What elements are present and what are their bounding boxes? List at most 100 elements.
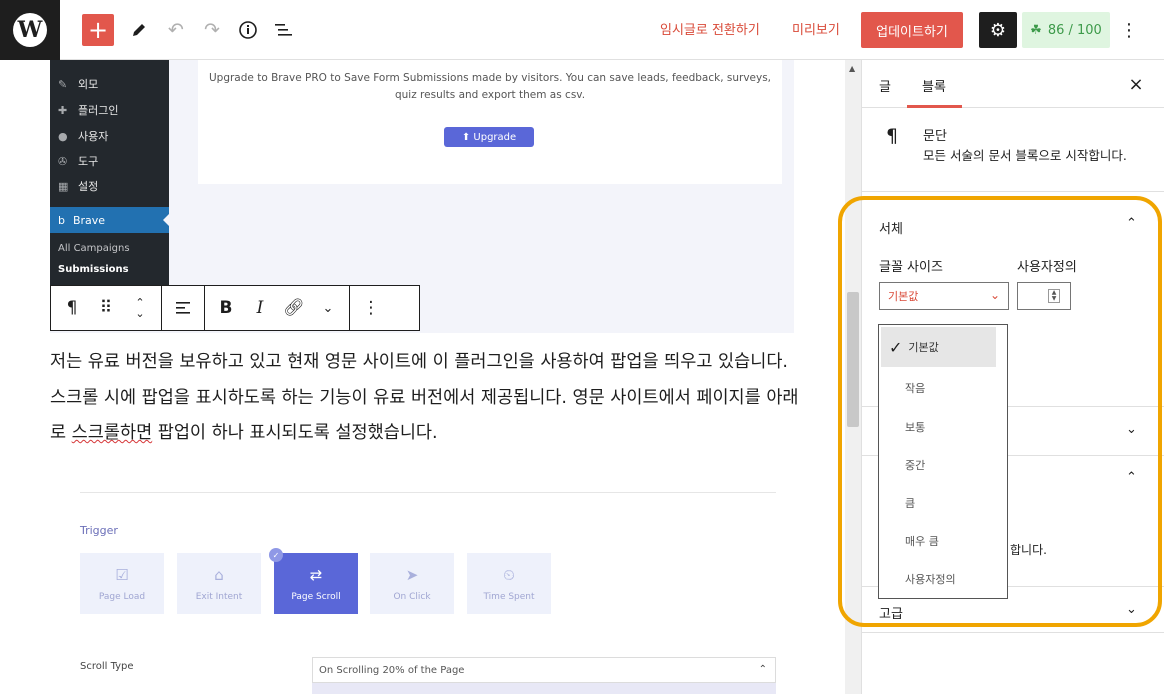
tab-post[interactable]: 글 bbox=[879, 76, 891, 95]
list-view-icon[interactable] bbox=[268, 13, 300, 47]
bold-icon[interactable]: B bbox=[211, 290, 241, 326]
chevron-up-icon[interactable]: ⌃ bbox=[1126, 216, 1137, 231]
upgrade-card: Upgrade to Brave PRO to Save Form Submis… bbox=[198, 60, 782, 184]
trigger-screenshot-block[interactable]: Trigger ☑ Page Load ⌂ Exit Intent ⇄ Page Sc… bbox=[50, 480, 794, 694]
admin-menu-brave: b Brave bbox=[50, 207, 169, 233]
scrollbar-thumb[interactable] bbox=[847, 292, 859, 427]
font-size-option[interactable]: 큼 bbox=[879, 488, 1007, 518]
block-toolbar-group: B I 🔗︎ ⌄ bbox=[205, 286, 350, 330]
panel-description: 합니다. bbox=[1010, 543, 1047, 557]
editor-window: W + ↶ ↷ 임시글로 전환하기 미리보기 업데이트하기 ⚙ ☘ 86 / 1… bbox=[0, 0, 1164, 694]
cursor-icon: ➤ bbox=[405, 565, 419, 584]
chevron-down-icon[interactable]: ⌄ bbox=[1126, 422, 1137, 437]
scroll-type-option bbox=[312, 683, 776, 694]
block-description: 모든 서술의 문서 블록으로 시작합니다. bbox=[923, 148, 1127, 163]
block-toolbar-group: ⋮ bbox=[350, 286, 392, 330]
scroll-type-select: On Scrolling 20% of the Page ⌃ bbox=[312, 657, 776, 683]
paragraph-block[interactable]: 저는 유료 버전을 보유하고 있고 현재 영문 사이트에 이 플러그인을 사용하… bbox=[50, 345, 800, 452]
custom-size-label: 사용자정의 bbox=[1017, 260, 1077, 275]
block-toolbar-group: ¶ ⠿ ⌃ ⌄ bbox=[51, 286, 162, 330]
font-size-select[interactable]: 기본값 ⌄ bbox=[879, 282, 1009, 310]
font-size-option[interactable]: 보통 bbox=[879, 412, 1007, 442]
check-icon: ✓ bbox=[269, 548, 283, 562]
redo-icon[interactable]: ↷ bbox=[196, 13, 228, 47]
admin-menu-item: ✇ 도구 bbox=[58, 154, 99, 169]
admin-menu-item: ▦ 설정 bbox=[58, 179, 99, 194]
pencil-icon[interactable] bbox=[123, 13, 155, 47]
link-icon[interactable]: 🔗︎ bbox=[279, 290, 309, 326]
close-icon[interactable]: × bbox=[1126, 72, 1146, 96]
seo-score-value: 86 / 100 bbox=[1047, 22, 1102, 38]
check-icon: ✓ bbox=[889, 337, 903, 357]
block-toolbar: ¶ ⠿ ⌃ ⌄ B I 🔗︎ ⌄ ⋮ bbox=[50, 285, 420, 331]
font-size-option[interactable]: 작음 bbox=[879, 373, 1007, 403]
trigger-option: ☑ Page Load bbox=[80, 553, 164, 614]
misspelled-word: 스크롤하면 bbox=[71, 423, 153, 443]
chevron-down-icon[interactable]: ⌄ bbox=[313, 290, 343, 326]
chevron-up-icon: ⌃ bbox=[758, 664, 767, 675]
italic-icon[interactable]: I bbox=[245, 290, 275, 326]
chevron-down-icon[interactable]: ⌄ bbox=[1126, 602, 1137, 617]
tab-block[interactable]: 블록 bbox=[922, 76, 946, 95]
admin-submenu-item: Submissions bbox=[58, 264, 129, 275]
admin-menu-item: ✚ 플러그인 bbox=[58, 103, 119, 118]
admin-submenu-item: All Campaigns bbox=[58, 243, 130, 254]
stepper-icon[interactable]: ▲ ▼ bbox=[1048, 289, 1060, 303]
chevron-up-icon[interactable]: ⌃ bbox=[1126, 470, 1137, 485]
font-size-option-selected[interactable]: ✓ 기본값 bbox=[881, 327, 996, 367]
divider bbox=[80, 492, 776, 493]
seo-score-button[interactable]: ☘ 86 / 100 bbox=[1022, 12, 1110, 48]
settings-icon: ▦ bbox=[58, 179, 69, 193]
checkbox-icon: ☑ bbox=[115, 565, 129, 584]
canvas-scrollbar[interactable]: ▲ bbox=[845, 60, 861, 694]
wordpress-icon: W bbox=[13, 13, 47, 47]
add-block-button[interactable]: + bbox=[82, 14, 114, 46]
admin-menu-item: ● 사용자 bbox=[58, 129, 109, 144]
upgrade-button: ⬆ Upgrade bbox=[444, 127, 534, 147]
admin-menu-item: ✎ 외모 bbox=[58, 77, 99, 92]
font-size-option[interactable]: 사용자정의 bbox=[879, 564, 1007, 594]
drag-handle-icon[interactable]: ⠿ bbox=[91, 290, 121, 326]
font-size-label: 글꼴 사이즈 bbox=[879, 260, 943, 275]
more-options-icon[interactable]: ⋮ bbox=[1118, 14, 1140, 46]
trigger-option: ⏲ Time Spent bbox=[467, 553, 551, 614]
move-up-down-icon[interactable]: ⌃ ⌄ bbox=[125, 290, 155, 326]
settings-gear-icon[interactable]: ⚙ bbox=[979, 12, 1017, 48]
brave-icon: b bbox=[58, 213, 65, 227]
typography-panel-title[interactable]: 서체 bbox=[879, 218, 903, 237]
scroll-up-arrow-icon[interactable]: ▲ bbox=[849, 64, 855, 73]
arrows-swap-icon: ⇄ bbox=[309, 565, 323, 584]
sidebar-tabs: 글 블록 × bbox=[862, 60, 1164, 108]
advanced-panel-title[interactable]: 고급 bbox=[879, 603, 903, 622]
editor-canvas: ✎ 외모 ✚ 플러그인 ● 사용자 ✇ 도구 ▦ 설정 b Brave All Campai… bbox=[0, 60, 845, 694]
custom-size-input[interactable]: ▲ ▼ bbox=[1017, 282, 1071, 310]
divider bbox=[862, 632, 1164, 633]
align-left-icon[interactable] bbox=[168, 290, 198, 326]
plugin-icon: ✚ bbox=[58, 103, 68, 117]
trigger-label: Trigger bbox=[80, 524, 118, 537]
leaf-icon: ☘ bbox=[1030, 22, 1042, 38]
user-icon: ● bbox=[58, 129, 68, 143]
top-toolbar: W + ↶ ↷ 임시글로 전환하기 미리보기 업데이트하기 ⚙ ☘ 86 / 1… bbox=[0, 0, 1164, 60]
trigger-option-active: ⇄ Page Scroll bbox=[274, 553, 358, 614]
admin-menu: ✎ 외모 ✚ 플러그인 ● 사용자 ✇ 도구 ▦ 설정 b Brave All Campai… bbox=[50, 60, 169, 285]
font-size-option[interactable]: 매우 큼 bbox=[879, 526, 1007, 556]
scroll-type-label: Scroll Type bbox=[80, 661, 134, 672]
paragraph-icon[interactable]: ¶ bbox=[57, 290, 87, 326]
brush-icon: ✎ bbox=[58, 77, 68, 91]
user-clock-icon: ⏲ bbox=[503, 565, 515, 584]
block-card: ¶ 문단 모든 서술의 문서 블록으로 시작합니다. bbox=[862, 108, 1164, 192]
undo-icon[interactable]: ↶ bbox=[160, 13, 192, 47]
block-title: 문단 bbox=[923, 129, 947, 144]
switch-to-draft-button[interactable]: 임시글로 전환하기 bbox=[660, 19, 760, 38]
chevron-down-icon: ⌄ bbox=[989, 288, 1000, 302]
preview-button[interactable]: 미리보기 bbox=[792, 19, 840, 38]
font-size-option[interactable]: 중간 bbox=[879, 450, 1007, 480]
block-toolbar-group bbox=[162, 286, 205, 330]
more-options-icon[interactable]: ⋮ bbox=[356, 290, 386, 326]
info-icon[interactable] bbox=[232, 13, 264, 47]
update-button[interactable]: 업데이트하기 bbox=[861, 12, 963, 48]
wordpress-logo[interactable]: W bbox=[0, 0, 60, 60]
font-size-dropdown: ✓ 기본값 작음 보통 중간 큼 매우 큼 사용자정의 bbox=[878, 324, 1008, 599]
wrench-icon: ✇ bbox=[58, 154, 68, 168]
